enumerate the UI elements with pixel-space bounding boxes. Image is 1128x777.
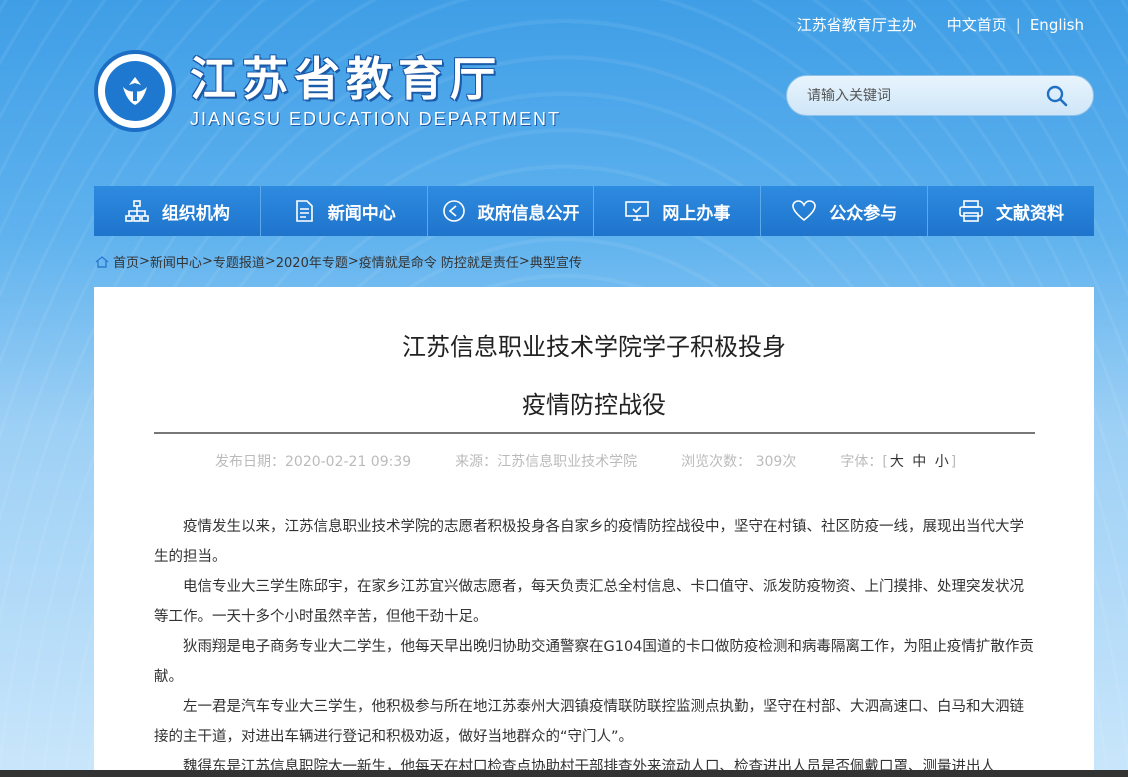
font-size-label: 字体： — [840, 454, 883, 470]
main-nav: 组织机构 新闻中心 政府信息公开 网上办事 公众参与 文献资料 — [94, 186, 1094, 236]
site-logo[interactable]: 江苏省教育厅 JIANGSU EDUCATION DEPARTMENT — [94, 50, 561, 132]
heart-icon — [791, 199, 817, 223]
search-input[interactable] — [787, 87, 1037, 104]
breadcrumb-news-center[interactable]: 新闻中心 — [150, 252, 202, 271]
lang-separator: | — [1015, 15, 1021, 34]
search-icon[interactable] — [1037, 76, 1077, 116]
home-icon — [95, 255, 109, 268]
nav-item-news[interactable]: 新闻中心 — [261, 186, 428, 236]
article-paragraph: 狄雨翔是电子商务专业大二学生，他每天早出晚归协助交通警察在G104国道的卡口做防… — [154, 639, 1034, 685]
article-content: 疫情发生以来，江苏信息职业技术学院的志愿者积极投身各自家乡的疫情防控战役中，坚守… — [154, 512, 1034, 777]
title-divider — [154, 432, 1035, 434]
logo-chinese-name: 江苏省教育厅 — [190, 51, 502, 106]
emblem-icon — [94, 50, 176, 132]
nav-item-gov-info[interactable]: 政府信息公开 — [428, 186, 595, 236]
megaphone-icon — [442, 199, 466, 223]
monitor-icon — [624, 199, 650, 223]
breadcrumb-separator: > — [264, 254, 276, 269]
publish-date: 发布日期：2020-02-21 09:39 — [215, 454, 412, 470]
breadcrumb-typical-publicity[interactable]: 典型宣传 — [530, 252, 582, 271]
taskbar-strip — [0, 770, 1128, 777]
breadcrumb-separator: > — [139, 254, 150, 269]
logo-english-name: JIANGSU EDUCATION DEPARTMENT — [190, 108, 562, 129]
breadcrumb-special-reports[interactable]: 专题报道 — [213, 252, 265, 271]
breadcrumb-epidemic-topic[interactable]: 疫情就是命令 防控就是责任 — [359, 252, 519, 271]
font-small-button[interactable]: 小 — [935, 454, 949, 470]
sponsor-text: 江苏省教育厅主办 — [796, 16, 917, 34]
nav-item-organization[interactable]: 组织机构 — [94, 186, 261, 236]
breadcrumb-separator: > — [347, 254, 359, 269]
article-panel: 江苏信息职业技术学院学子积极投身 疫情防控战役 发布日期：2020-02-21 … — [94, 287, 1094, 777]
nav-item-documents[interactable]: 文献资料 — [928, 186, 1094, 236]
font-bracket-close: ] — [950, 454, 957, 470]
nav-label: 文献资料 — [996, 203, 1065, 224]
font-size-control: 字体：[大 中 小] — [840, 451, 956, 471]
font-medium-button[interactable]: 中 — [912, 454, 926, 470]
view-count: 浏览次数： 309次 — [681, 454, 797, 470]
article-meta: 发布日期：2020-02-21 09:39 来源：江苏信息职业技术学院 浏览次数… — [215, 451, 956, 471]
font-large-button[interactable]: 大 — [890, 454, 904, 470]
breadcrumb-home[interactable]: 首页 — [113, 252, 139, 271]
nav-label: 新闻中心 — [327, 203, 396, 224]
article-title-line2: 疫情防控战役 — [522, 391, 666, 419]
article-source: 来源：江苏信息职业技术学院 — [455, 454, 638, 470]
breadcrumb-separator: > — [201, 254, 213, 269]
document-icon — [292, 199, 316, 223]
nav-label: 网上办事 — [662, 203, 731, 224]
article-paragraph: 电信专业大三学生陈邱宇，在家乡江苏宜兴做志愿者，每天负责汇总全村信息、卡口值守、… — [154, 579, 1024, 625]
search-box — [786, 75, 1094, 116]
nav-label: 组织机构 — [161, 203, 230, 224]
english-link[interactable]: English — [1030, 16, 1084, 34]
printer-icon — [958, 199, 984, 223]
breadcrumb-separator: > — [518, 254, 530, 269]
font-bracket-open: [ — [882, 454, 888, 470]
article-paragraph: 左一君是汽车专业大三学生，他积极参与所在地江苏泰州大泗镇疫情联防联控监测点执勤，… — [154, 699, 1024, 745]
nav-label: 公众参与 — [829, 203, 898, 224]
top-links: 江苏省教育厅主办 中文首页 | English — [797, 14, 1084, 35]
nav-item-public-participation[interactable]: 公众参与 — [761, 186, 929, 236]
chinese-home-link[interactable]: 中文首页 — [947, 14, 1007, 35]
nav-label: 政府信息公开 — [477, 203, 580, 224]
breadcrumb-2020-topic[interactable]: 2020年专题 — [276, 252, 348, 271]
org-chart-icon — [124, 199, 150, 223]
article-paragraph: 疫情发生以来，江苏信息职业技术学院的志愿者积极投身各自家乡的疫情防控战役中，坚守… — [154, 519, 1024, 565]
breadcrumb: 首页 > 新闻中心 > 专题报道 > 2020年专题 > 疫情就是命令 防控就是… — [95, 252, 582, 271]
article-title-line1: 江苏信息职业技术学院学子积极投身 — [402, 333, 786, 361]
nav-item-online-service[interactable]: 网上办事 — [594, 186, 762, 236]
